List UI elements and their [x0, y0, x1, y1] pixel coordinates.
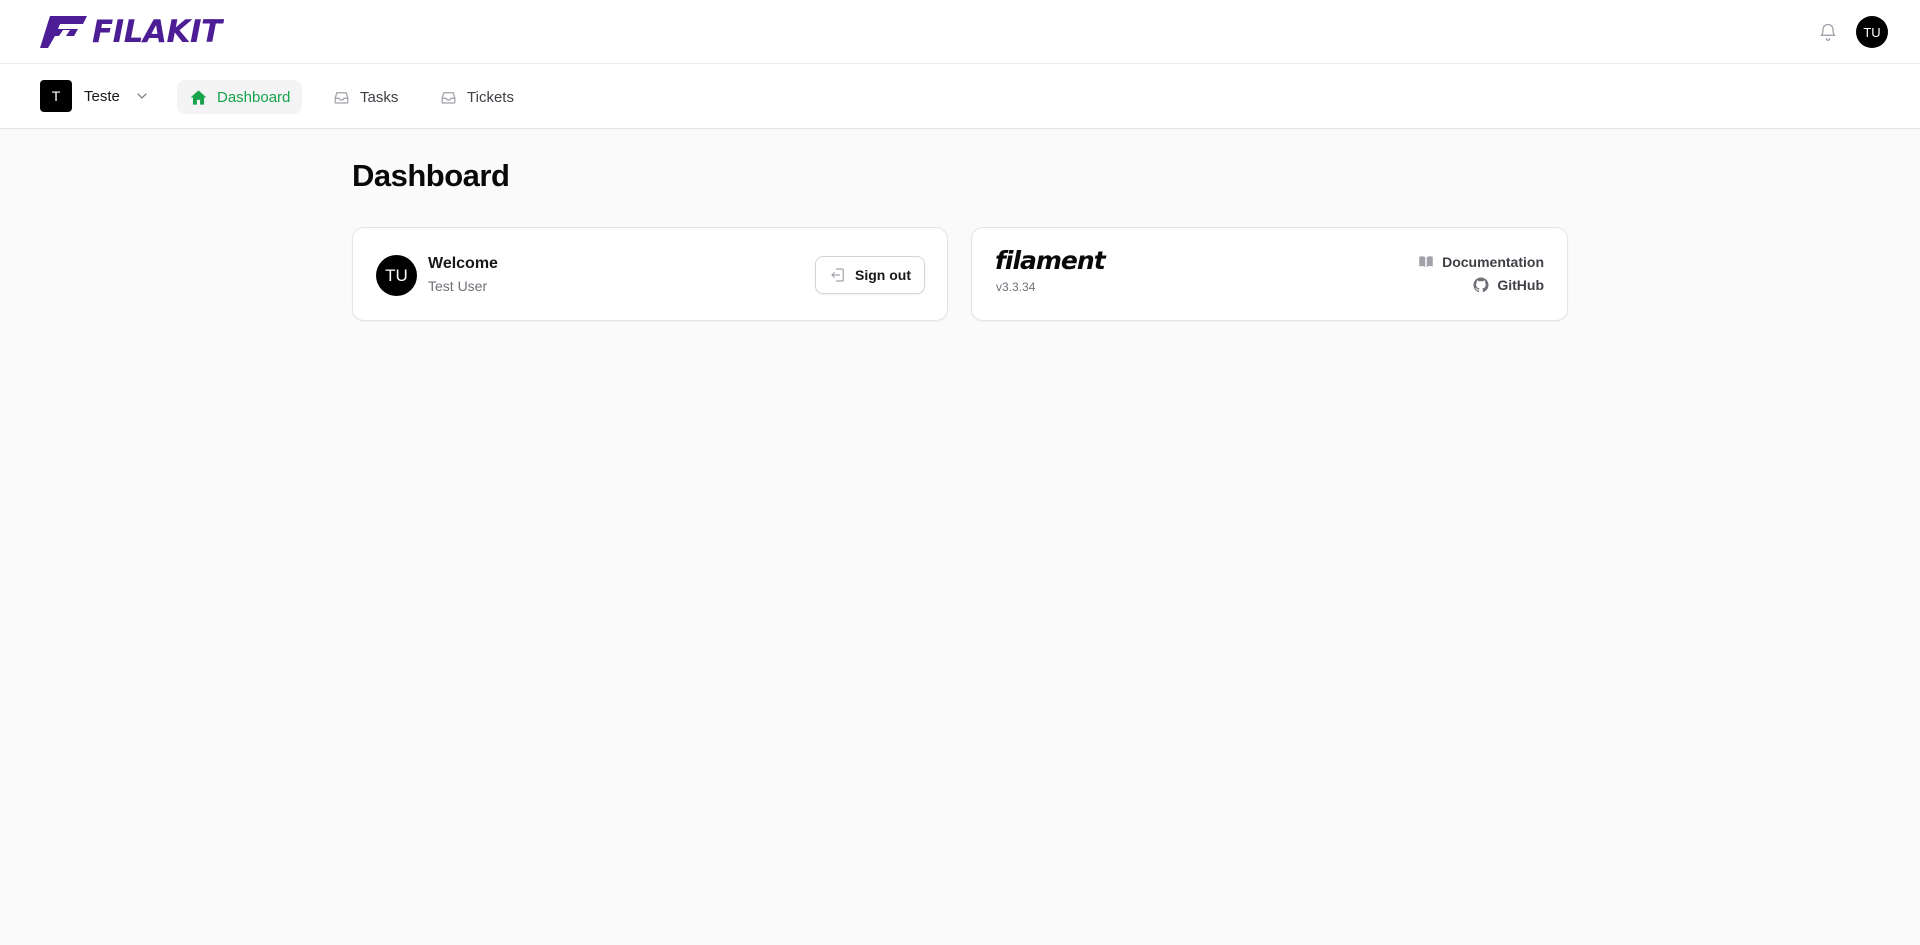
- tenant-switcher[interactable]: T Teste: [40, 80, 150, 112]
- inbox-icon: [441, 91, 456, 104]
- filament-logo[interactable]: filament: [995, 246, 1106, 275]
- home-icon: [190, 89, 207, 105]
- brand-name: FILAKIT: [92, 14, 222, 50]
- github-label: GitHub: [1497, 277, 1544, 293]
- chevron-down-icon: [137, 93, 147, 99]
- filament-info-widget: filament v3.3.34 Documentation GitHub: [971, 227, 1568, 321]
- inbox-icon: [334, 91, 349, 104]
- documentation-link[interactable]: Documentation: [1417, 253, 1544, 271]
- avatar: TU: [376, 255, 417, 296]
- welcome-widget: TU Welcome Test User Sign out: [352, 227, 948, 321]
- tenant-name: Teste: [84, 87, 120, 105]
- nav-item-label: Dashboard: [217, 88, 291, 106]
- notifications-button[interactable]: [1815, 19, 1841, 45]
- main-navigation: T Teste Dashboard Tasks Tickets: [0, 64, 1920, 129]
- nav-item-label: Tickets: [467, 88, 514, 106]
- welcome-user-name: Test User: [428, 278, 488, 294]
- welcome-heading: Welcome: [428, 255, 498, 272]
- user-menu-avatar[interactable]: TU: [1856, 16, 1888, 48]
- nav-item-dashboard[interactable]: Dashboard: [177, 80, 303, 114]
- filakit-logo-mark-icon: [40, 16, 87, 48]
- sign-out-icon: [831, 268, 844, 282]
- page-title: Dashboard: [352, 158, 510, 193]
- tenant-avatar: T: [40, 80, 72, 112]
- brand-logo[interactable]: FILAKIT: [40, 14, 222, 50]
- bell-icon: [1820, 23, 1836, 41]
- top-bar: FILAKIT TU: [0, 0, 1920, 64]
- filament-version: v3.3.34: [996, 280, 1036, 294]
- github-icon: [1473, 277, 1489, 293]
- github-link[interactable]: GitHub: [1472, 276, 1544, 294]
- nav-item-tickets[interactable]: Tickets: [427, 80, 526, 114]
- nav-item-label: Tasks: [360, 88, 399, 106]
- sign-out-label: Sign out: [855, 267, 911, 283]
- book-open-icon: [1419, 256, 1433, 268]
- documentation-label: Documentation: [1442, 254, 1544, 270]
- nav-item-tasks[interactable]: Tasks: [320, 80, 410, 114]
- sign-out-button[interactable]: Sign out: [815, 256, 925, 294]
